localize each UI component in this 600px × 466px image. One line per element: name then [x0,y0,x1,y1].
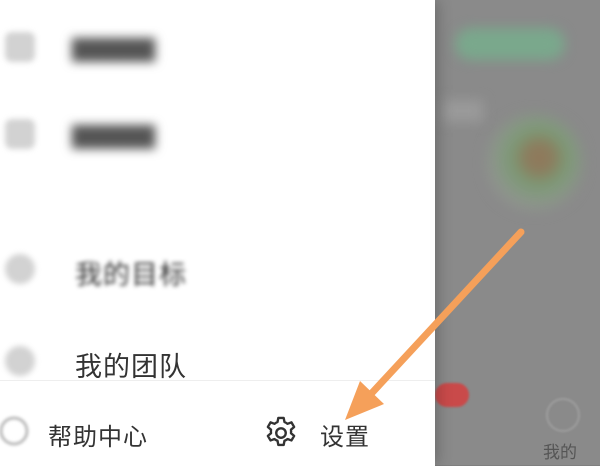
blurred-menu-label: ▆▆▆▆ [72,31,156,62]
settings-label: 设置 [320,423,370,451]
menu-item-label: 我的团队 [75,352,187,383]
menu-item-blurred-2[interactable]: ▆▆▆▆ [0,105,435,165]
blurred-menu-icon [5,119,35,149]
profile-icon [546,398,580,432]
tab-mine-label: 我的 [543,443,577,463]
help-icon [0,417,28,445]
blurred-menu-label: ▆▆▆▆ [72,118,156,149]
help-center-label: 帮助中心 [48,423,148,451]
notification-badge [435,383,469,407]
blurred-text [443,100,483,122]
side-drawer: ▆▆▆▆ ▆▆▆▆ 我的目标 我的团队 帮助中心 设置 [0,0,435,466]
dimmed-app-background[interactable]: 我的 [435,0,600,465]
team-icon [5,346,35,376]
help-center-button[interactable]: 帮助中心 [0,403,210,453]
menu-item-my-goals[interactable]: 我的目标 [0,240,435,300]
target-icon [5,254,35,284]
menu-item-label: 我的目标 [75,260,187,291]
settings-button[interactable]: 设置 [258,403,408,453]
blurred-banner [455,28,565,60]
blurred-menu-icon [5,32,35,62]
tab-mine[interactable]: 我的 [530,380,600,465]
gear-icon [266,416,296,447]
drawer-bottom-bar: 帮助中心 设置 [0,380,435,466]
menu-item-blurred-1[interactable]: ▆▆▆▆ [0,18,435,78]
blurred-avatar-image [487,115,582,210]
